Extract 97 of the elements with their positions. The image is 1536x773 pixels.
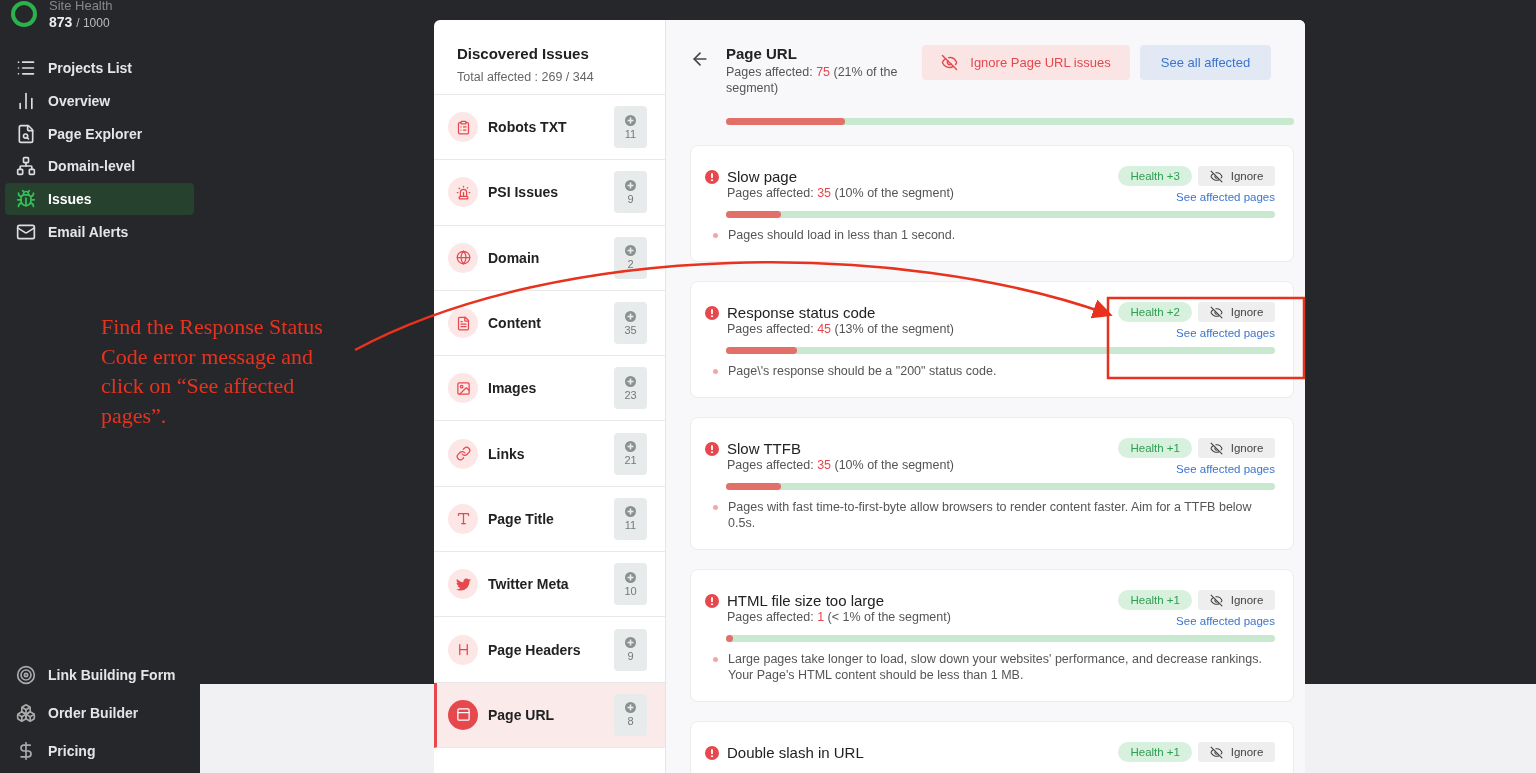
nav-item[interactable]: Domain-level	[5, 150, 194, 183]
nav-icon	[16, 189, 36, 210]
alert-icon	[705, 442, 719, 456]
bullet-icon	[713, 505, 718, 510]
issue-count: 35	[614, 302, 647, 345]
issue-count: 9	[614, 628, 647, 671]
bullet-icon	[713, 369, 718, 374]
bullet-icon	[713, 657, 718, 662]
issue-count: 8	[614, 693, 647, 736]
category-icon	[448, 242, 478, 273]
plus-icon	[625, 114, 636, 126]
nav-icon	[16, 703, 36, 723]
category-icon	[448, 503, 478, 534]
alert-icon	[705, 306, 719, 320]
ignore-button[interactable]: Ignore	[1198, 166, 1275, 186]
plus-icon	[625, 310, 636, 322]
issue-count: 23	[614, 367, 647, 410]
category-icon	[448, 373, 478, 404]
plus-icon	[625, 702, 636, 714]
nav-icon	[16, 665, 36, 685]
alert-icon	[705, 594, 719, 608]
category-icon	[448, 438, 478, 469]
see-affected-pages-link[interactable]: See affected pages	[1176, 327, 1275, 339]
total-affected: Total affected : 269 / 344	[457, 70, 595, 84]
issue-category[interactable]: Page URL 8	[434, 682, 665, 748]
issue-count: 10	[614, 563, 647, 606]
ignore-button[interactable]: Ignore	[1198, 590, 1275, 610]
issue-title: HTML file size too large	[727, 592, 885, 609]
eye-off-icon	[1209, 593, 1223, 607]
issue-title: Slow TTFB	[727, 440, 802, 457]
health-badge: Health +1	[1118, 742, 1192, 762]
issue-note: Page\'s response should be a "200" status code.	[728, 363, 997, 379]
pages-affected: Pages affected: 75 (21% of the segment)	[726, 64, 899, 96]
issue-note: Large pages take longer to load, slow down your websites' performance, and decrease rankings. Your Page's HTML content should be less than 1 MB.	[728, 651, 1263, 683]
see-all-affected-button[interactable]: See all affected	[1140, 45, 1271, 80]
issue-title: Response status code	[727, 304, 877, 321]
detail-title: Page URL	[726, 45, 798, 62]
plus-icon	[625, 245, 636, 257]
category-icon	[448, 569, 478, 600]
plus-icon	[625, 506, 636, 518]
nav-item[interactable]: Projects List	[5, 52, 194, 85]
issue-title: Slow page	[727, 168, 799, 185]
eye-off-icon	[941, 54, 959, 71]
nav-item[interactable]: Order Builder	[5, 696, 194, 730]
pages-affected: Pages affected: 45 (13% of the segment)	[727, 321, 954, 337]
nav-item[interactable]: Pricing	[5, 734, 194, 768]
nav-item[interactable]: Email Alerts	[5, 215, 194, 249]
site-health-score: 873 / 1000	[49, 14, 111, 30]
nav-item[interactable]: Issues	[5, 182, 194, 216]
plus-icon	[625, 637, 636, 648]
see-affected-pages-link[interactable]: See affected pages	[1176, 615, 1275, 627]
plus-icon	[625, 375, 636, 387]
plus-icon	[625, 571, 636, 583]
nav-icon	[16, 156, 36, 177]
pages-affected: Pages affected: 1 (< 1% of the segment)	[727, 609, 951, 625]
panel-title: Discovered Issues	[457, 45, 590, 62]
issue-count: 9	[614, 171, 647, 214]
ignore-button[interactable]: Ignore	[1198, 438, 1275, 458]
category-icon	[448, 699, 478, 730]
ignore-button[interactable]: Ignore	[1198, 302, 1275, 322]
nav-icon	[16, 123, 36, 144]
nav-item[interactable]: Page Explorer	[5, 117, 194, 151]
issue-count: 11	[614, 497, 647, 540]
nav-item[interactable]: Overview	[5, 84, 194, 118]
category-icon	[448, 112, 478, 143]
issue-note: Pages should load in less than 1 second.	[728, 227, 956, 243]
eye-off-icon	[1209, 305, 1223, 319]
category-icon	[448, 308, 478, 339]
health-badge: Health +2	[1118, 302, 1192, 322]
see-affected-pages-link[interactable]: See affected pages	[1176, 463, 1275, 475]
site-health-ring-icon	[11, 1, 37, 27]
health-badge: Health +1	[1118, 590, 1192, 610]
issue-count: 11	[614, 106, 647, 149]
category-icon	[448, 634, 478, 665]
issue-count: 2	[614, 236, 647, 279]
nav-icon	[16, 91, 36, 112]
health-badge: Health +1	[1118, 438, 1192, 458]
alert-icon	[705, 170, 719, 184]
annotation-text: Find the Response Status Code error message and click on “See affected pages”.	[101, 313, 324, 430]
site-health-label: Site Health	[49, 0, 113, 14]
ignore-button[interactable]: Ignore	[1198, 742, 1275, 762]
see-affected-pages-link[interactable]: See affected pages	[1176, 191, 1275, 203]
alert-icon	[705, 746, 719, 760]
nav-item[interactable]: Link Building Form	[5, 658, 194, 692]
issue-title: Double slash in URL	[727, 744, 864, 761]
plus-icon	[625, 441, 636, 453]
health-badge: Health +3	[1118, 166, 1192, 186]
pages-affected: Pages affected: 35 (10% of the segment)	[727, 457, 954, 473]
plus-icon	[625, 179, 636, 191]
eye-off-icon	[1209, 441, 1223, 455]
pages-affected: Pages affected: 35 (10% of the segment)	[727, 185, 954, 201]
eye-off-icon	[1209, 745, 1223, 759]
issue-note: Pages with fast time-to-first-byte allow browsers to render content faster. Aim for a TTFB below 0.5s.	[728, 499, 1253, 531]
eye-off-icon	[1209, 169, 1223, 183]
bullet-icon	[713, 233, 718, 238]
category-icon	[448, 177, 478, 208]
issue-count: 21	[614, 432, 647, 475]
